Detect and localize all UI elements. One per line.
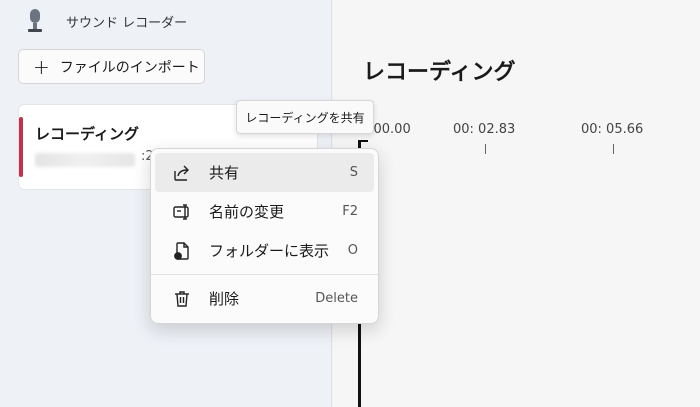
menu-item-shortcut: Delete (315, 291, 358, 306)
share-icon (171, 162, 193, 184)
recording-title: レコーディング (35, 125, 139, 143)
main-pane: レコーディング : 00.00 00: 02.83 00: 05.66 (333, 0, 700, 407)
app-title: サウンド レコーダー (66, 16, 188, 31)
timeline-tick-label: 00: 02.83 (453, 122, 516, 137)
menu-item-delete[interactable]: 削除 Delete (155, 279, 374, 318)
import-file-label: ファイルのインポート (59, 59, 200, 76)
page-title: レコーディング (363, 60, 516, 85)
menu-separator (151, 274, 378, 275)
timeline-ruler[interactable]: : 00.00 00: 02.83 00: 05.66 (363, 122, 700, 162)
folder-file-icon (171, 240, 193, 262)
timeline-tick (613, 144, 614, 154)
context-menu: 共有 S 名前の変更 F2 フォルダーに表示 O 削除 Delete (150, 148, 379, 324)
share-tooltip: レコーディングを共有 (236, 100, 374, 134)
menu-item-shortcut: S (349, 165, 358, 180)
recording-date-blurred (35, 153, 135, 167)
menu-item-label: フォルダーに表示 (209, 242, 330, 260)
menu-item-share[interactable]: 共有 S (155, 153, 374, 192)
rename-icon (171, 201, 193, 223)
plus-icon: + (33, 54, 50, 79)
menu-item-show-in-folder[interactable]: フォルダーに表示 O (155, 231, 374, 270)
microphone-icon (28, 9, 42, 32)
selected-indicator (19, 117, 23, 177)
playhead-cap (358, 140, 368, 142)
trash-icon (171, 288, 193, 310)
menu-item-shortcut: O (347, 243, 358, 258)
timeline-tick (485, 144, 486, 154)
menu-item-shortcut: F2 (342, 204, 358, 219)
menu-item-label: 共有 (209, 164, 240, 182)
menu-item-rename[interactable]: 名前の変更 F2 (155, 192, 374, 231)
menu-item-label: 名前の変更 (209, 203, 285, 221)
import-file-button[interactable]: + ファイルのインポート (18, 49, 205, 84)
timeline-tick-label: 00: 05.66 (581, 122, 644, 137)
menu-item-label: 削除 (209, 290, 240, 308)
